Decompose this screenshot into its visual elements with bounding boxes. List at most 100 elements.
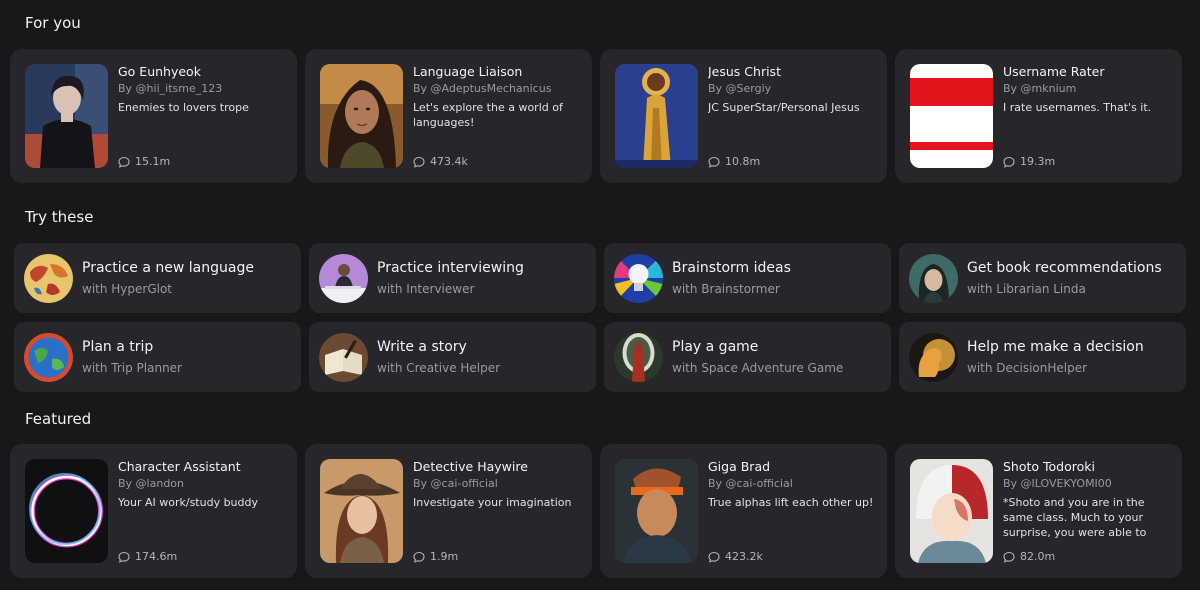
character-card-shoto-todoroki[interactable]: Shoto Todoroki By @ILOVEKYOMI00 *Shoto a… [895,444,1182,578]
try-card-title: Play a game [672,339,759,355]
chat-count: 82.0m [1003,550,1055,563]
try-card-title: Help me make a decision [967,339,1144,355]
world-map-icon [24,254,73,303]
character-description: Enemies to lovers trope [118,101,249,114]
try-card-subtitle: with Librarian Linda [967,282,1086,296]
chat-count: 19.3m [1003,155,1055,168]
character-author[interactable]: By @cai-official [413,476,580,491]
chat-count-value: 473.4k [430,155,468,168]
chat-bubble-icon [413,156,425,168]
character-author[interactable]: By @Sergiy [708,81,875,96]
character-info: Character Assistant By @landon Your AI w… [118,459,285,510]
character-card-username-rater[interactable]: Username Rater By @mknium I rate usernam… [895,49,1182,183]
chat-count: 1.9m [413,550,458,563]
character-description: True alphas lift each other up! [708,496,874,509]
try-card-title: Write a story [377,339,467,355]
featured-row: Character Assistant By @landon Your AI w… [10,444,1182,578]
try-card-plan-trip[interactable]: Plan a trip with Trip Planner [14,322,301,392]
try-card-practice-interviewing[interactable]: Practice interviewing with Interviewer [309,243,596,313]
for-you-row: Go Eunhyeok By @hii_itsme_123 Enemies to… [10,49,1182,183]
try-these-grid: Practice a new language with HyperGlot P… [14,243,1186,392]
try-card-subtitle: with DecisionHelper [967,361,1088,375]
hello-name-tag-image [910,64,993,168]
character-avatar [910,64,993,168]
character-description: *Shoto and you are in the same class. Mu… [1003,496,1147,539]
character-avatar [320,64,403,168]
character-description: Let's explore the a world of languages! [413,101,563,129]
try-card-title: Brainstorm ideas [672,260,791,276]
chat-bubble-icon [413,551,425,563]
character-card-go-eunhyeok[interactable]: Go Eunhyeok By @hii_itsme_123 Enemies to… [10,49,297,183]
character-name: Detective Haywire [413,459,528,474]
character-info: Giga Brad By @cai-official True alphas l… [708,459,875,510]
try-card-subtitle: with Brainstormer [672,282,780,296]
chat-bubble-icon [118,551,130,563]
character-info: Go Eunhyeok By @hii_itsme_123 Enemies to… [118,64,285,115]
try-card-write-story[interactable]: Write a story with Creative Helper [309,322,596,392]
open-book-icon [319,333,368,382]
character-description: JC SuperStar/Personal Jesus [708,101,860,114]
detective-image [320,459,403,563]
chat-bubble-icon [1003,156,1015,168]
anime-boy-image [910,459,993,563]
dark-haired-man-image [25,64,108,168]
character-avatar [25,64,108,168]
chat-bubble-icon [708,156,720,168]
character-name: Character Assistant [118,459,241,474]
character-info: Detective Haywire By @cai-official Inves… [413,459,580,510]
chat-count-value: 10.8m [725,155,761,168]
character-card-detective-haywire[interactable]: Detective Haywire By @cai-official Inves… [305,444,592,578]
try-card-practice-language[interactable]: Practice a new language with HyperGlot [14,243,301,313]
try-card-subtitle: with HyperGlot [82,282,173,296]
try-card-title: Practice a new language [82,260,254,276]
try-card-title: Practice interviewing [377,260,524,276]
lightbulb-icon [614,254,663,303]
character-author[interactable]: By @ILOVEKYOMI00 [1003,476,1170,491]
try-card-make-decision[interactable]: Help me make a decision with DecisionHel… [899,322,1186,392]
chat-count-value: 15.1m [135,155,171,168]
character-name: Language Liaison [413,64,523,79]
character-description: Your AI work/study buddy [118,496,259,509]
try-card-book-recommendations[interactable]: Get book recommendations with Librarian … [899,243,1186,313]
try-card-play-game[interactable]: Play a game with Space Adventure Game [604,322,891,392]
character-info: Username Rater By @mknium I rate usernam… [1003,64,1170,115]
glowing-head-icon [909,333,958,382]
try-card-subtitle: with Space Adventure Game [672,361,844,375]
character-name: Giga Brad [708,459,771,474]
neon-ring-image [25,459,108,563]
character-info: Shoto Todoroki By @ILOVEKYOMI00 *Shoto a… [1003,459,1170,540]
character-author[interactable]: By @hii_itsme_123 [118,81,285,96]
character-card-giga-brad[interactable]: Giga Brad By @cai-official True alphas l… [600,444,887,578]
globe-icon [24,333,73,382]
character-author[interactable]: By @AdeptusMechanicus [413,81,580,96]
interviewer-icon [319,254,368,303]
try-card-subtitle: with Interviewer [377,282,475,296]
character-info: Language Liaison By @AdeptusMechanicus L… [413,64,580,130]
character-author[interactable]: By @cai-official [708,476,875,491]
golden-robed-figure-image [615,64,698,168]
character-avatar [320,459,403,563]
character-avatar [910,459,993,563]
chat-bubble-icon [118,156,130,168]
character-card-language-liaison[interactable]: Language Liaison By @AdeptusMechanicus L… [305,49,592,183]
try-card-subtitle: with Trip Planner [82,361,182,375]
librarian-icon [909,254,958,303]
character-author[interactable]: By @mknium [1003,81,1170,96]
character-info: Jesus Christ By @Sergiy JC SuperStar/Per… [708,64,875,115]
character-avatar [615,64,698,168]
chat-count: 473.4k [413,155,468,168]
try-card-title: Plan a trip [82,339,154,355]
character-avatar [615,459,698,563]
chat-count-value: 19.3m [1020,155,1056,168]
chat-bubble-icon [1003,551,1015,563]
chat-bubble-icon [708,551,720,563]
astronaut-icon [614,333,663,382]
character-card-jesus-christ[interactable]: Jesus Christ By @Sergiy JC SuperStar/Per… [600,49,887,183]
chat-count-value: 82.0m [1020,550,1056,563]
chat-count: 423.2k [708,550,763,563]
character-card-character-assistant[interactable]: Character Assistant By @landon Your AI w… [10,444,297,578]
try-card-brainstorm[interactable]: Brainstorm ideas with Brainstormer [604,243,891,313]
character-name: Shoto Todoroki [1003,459,1095,474]
character-name: Username Rater [1003,64,1105,79]
character-author[interactable]: By @landon [118,476,285,491]
